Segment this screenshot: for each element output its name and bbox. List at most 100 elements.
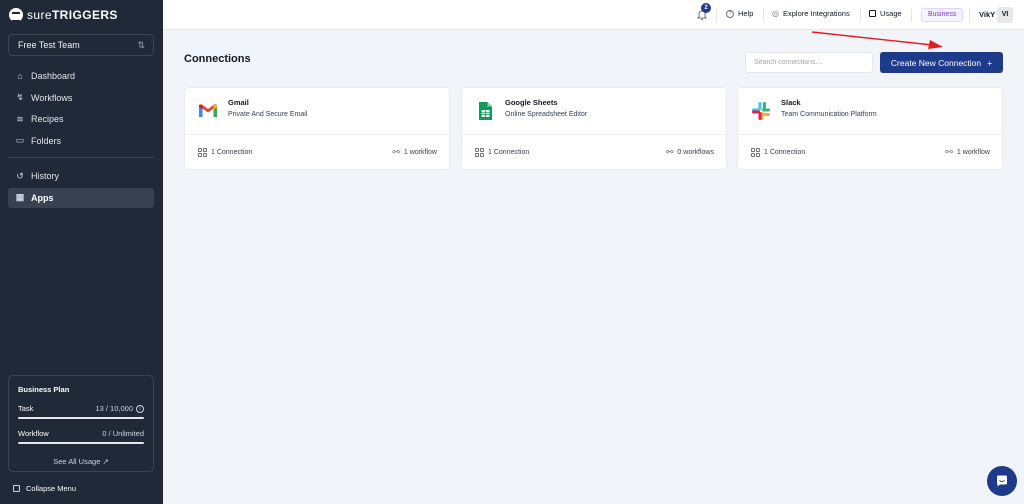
- workflow-count: ⚯ 0 workflows: [666, 147, 714, 158]
- workflow-count: ⚯ 1 workflow: [945, 147, 990, 158]
- nav-item-folders[interactable]: ▭ Folders: [8, 131, 154, 151]
- logo-text-a: sure: [27, 8, 52, 22]
- nav-label: Recipes: [31, 114, 64, 124]
- annotation-arrow: [811, 31, 943, 49]
- workflow-link-icon: ⚯: [392, 147, 400, 157]
- task-value: 13 / 10,000: [95, 404, 133, 413]
- workflow-usage-bar: [18, 442, 144, 444]
- connection-count-label: 1 Connection: [764, 149, 806, 156]
- create-button-label: Create New Connection: [890, 57, 982, 68]
- nav-label: Apps: [31, 192, 54, 203]
- nav-item-history[interactable]: ↺ History: [8, 166, 154, 186]
- nav-label: Dashboard: [31, 71, 76, 81]
- gmail-icon: [199, 104, 217, 117]
- nav-label: History: [31, 171, 60, 181]
- workflow-label: Workflow: [18, 429, 49, 438]
- history-icon: ↺: [16, 170, 24, 181]
- topbar-divider: [911, 8, 912, 22]
- card-divider: [738, 134, 1002, 135]
- app-name: Gmail: [228, 98, 249, 107]
- topbar-divider: [716, 8, 717, 22]
- app-description: Private And Secure Email: [228, 111, 308, 118]
- connection-card-google-sheets[interactable]: Google Sheets Online Spreadsheet Editor …: [461, 87, 727, 170]
- grid-icon: [475, 148, 484, 157]
- workflow-count-label: 1 workflow: [956, 149, 990, 156]
- workflow-value: 0 / Unlimited: [102, 429, 144, 438]
- nav-label: Folders: [31, 135, 62, 146]
- explore-label: Explore Integrations: [782, 9, 850, 18]
- task-label: Task: [18, 404, 34, 413]
- see-all-usage-link[interactable]: See All Usage ↗: [18, 457, 144, 466]
- help-icon: ?: [726, 9, 734, 18]
- nav-item-apps[interactable]: ▦ Apps: [8, 187, 154, 208]
- connection-count: 1 Connection: [198, 147, 252, 158]
- nav-item-recipes[interactable]: ≋ Recipes: [8, 109, 154, 129]
- workflow-link-icon: ⚯: [945, 147, 953, 157]
- topbar-divider: [763, 8, 764, 22]
- home-icon: ⌂: [17, 71, 23, 81]
- chat-support-button[interactable]: [987, 466, 1017, 496]
- grid-icon: [751, 148, 760, 157]
- info-icon[interactable]: i: [136, 404, 144, 413]
- workflow-count: ⚯ 1 workflow: [392, 147, 437, 158]
- app-description: Team Communication Platform: [781, 111, 877, 118]
- app-name: Slack: [781, 98, 801, 107]
- nav-item-workflows[interactable]: ↯ Workflows: [8, 88, 154, 108]
- secondary-nav: ↺ History ▦ Apps: [8, 166, 154, 209]
- team-selector[interactable]: Free Test Team ⇅: [8, 34, 154, 56]
- usage-label: Usage: [880, 9, 902, 18]
- recipes-icon: ≋: [16, 113, 24, 124]
- topbar-divider: [969, 8, 970, 22]
- grid-icon: [198, 148, 207, 157]
- workflow-usage-row: Workflow 0 / Unlimited: [18, 429, 144, 438]
- plan-usage-card: Business Plan Task 13 / 10,000 i Workflow…: [8, 375, 154, 472]
- search-connections-input[interactable]: [745, 52, 873, 73]
- nav-divider: [8, 157, 154, 158]
- plan-badge: Business: [921, 8, 964, 22]
- task-usage-row: Task 13 / 10,000 i: [18, 404, 144, 413]
- top-bar: 2 ? Help ◎ Explore Integrations Usage Bu…: [163, 0, 1024, 30]
- team-name: Free Test Team: [18, 40, 80, 50]
- workflow-count-label: 1 workflow: [403, 149, 437, 156]
- connection-count-label: 1 Connection: [488, 149, 530, 156]
- topbar-divider: [860, 8, 861, 22]
- explore-integrations-link[interactable]: ◎ Explore Integrations: [772, 9, 850, 18]
- plus-icon: +: [987, 57, 993, 68]
- collapse-icon: [13, 485, 20, 492]
- workflow-icon: ↯: [16, 92, 24, 102]
- page-title: Connections: [184, 53, 251, 65]
- logo-icon: [9, 8, 23, 22]
- folder-icon: ▭: [15, 135, 25, 145]
- logo-text-b: TRIGGERS: [51, 8, 118, 22]
- workflow-count-label: 0 workflows: [677, 149, 714, 156]
- globe-icon: ◎: [772, 9, 779, 18]
- card-divider: [185, 134, 449, 135]
- collapse-label: Collapse Menu: [26, 484, 77, 493]
- usage-link[interactable]: Usage: [869, 9, 902, 18]
- avatar[interactable]: VI: [997, 7, 1013, 23]
- connection-card-gmail[interactable]: Gmail Private And Secure Email 1 Connect…: [184, 87, 450, 170]
- usage-icon: [869, 10, 876, 17]
- connection-count: 1 Connection: [475, 147, 529, 158]
- suretriggers-logo[interactable]: sureTRIGGERS: [9, 8, 118, 22]
- apps-icon: ▦: [15, 192, 25, 202]
- app-name: Google Sheets: [505, 98, 558, 107]
- plan-title: Business Plan: [18, 385, 70, 394]
- help-label: Help: [738, 9, 754, 18]
- create-new-connection-button[interactable]: Create New Connection +: [880, 52, 1003, 73]
- task-usage-bar: [18, 417, 144, 419]
- connection-count-label: 1 Connection: [211, 149, 253, 156]
- nav-item-dashboard[interactable]: ⌂ Dashboard: [8, 66, 154, 86]
- help-link[interactable]: ? Help: [726, 9, 753, 18]
- slack-icon: [752, 102, 770, 120]
- collapse-menu-button[interactable]: Collapse Menu: [13, 484, 76, 493]
- sidebar: sureTRIGGERS Free Test Team ⇅ ⌂ Dashboar…: [0, 0, 163, 504]
- notification-count-badge: 2: [701, 3, 711, 13]
- nav-label: Workflows: [31, 92, 73, 103]
- sort-arrows-icon: ⇅: [137, 39, 145, 50]
- workflow-link-icon: ⚯: [665, 147, 674, 157]
- user-name[interactable]: VikY: [979, 10, 995, 19]
- google-sheets-icon: [479, 102, 492, 120]
- connection-card-slack[interactable]: Slack Team Communication Platform 1 Conn…: [737, 87, 1003, 170]
- chat-icon: [997, 475, 1007, 487]
